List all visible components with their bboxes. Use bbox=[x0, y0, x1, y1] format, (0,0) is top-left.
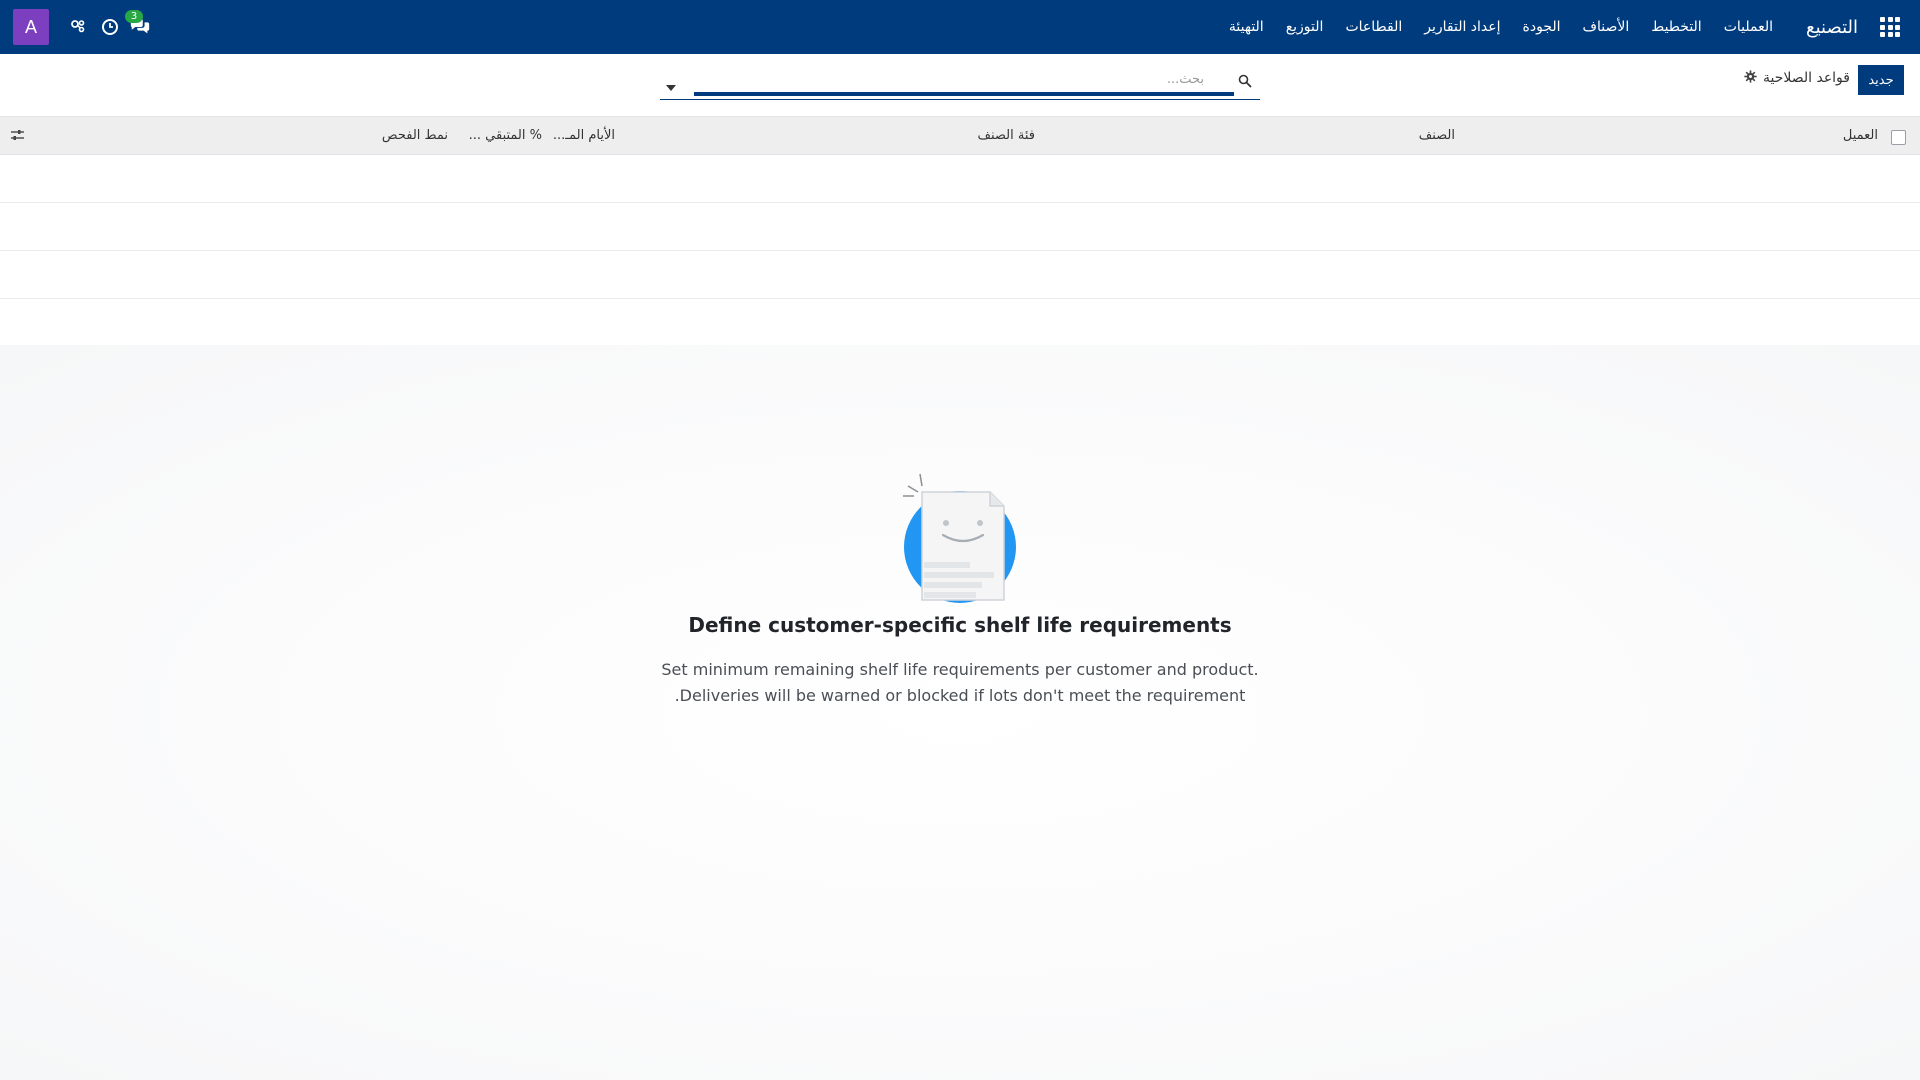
chat-count-badge: 3 bbox=[125, 10, 143, 23]
control-panel: جديد قواعد الصلاحية bbox=[0, 54, 1920, 117]
clock-icon[interactable] bbox=[99, 16, 121, 38]
column-remaining-percent[interactable]: % المتبقي ... bbox=[469, 117, 542, 155]
bug-icon[interactable] bbox=[67, 16, 89, 38]
list-row-empty bbox=[0, 203, 1920, 251]
list-row-empty bbox=[0, 299, 1920, 347]
column-product-category[interactable]: فئة الصنف bbox=[978, 117, 1035, 155]
menu-reporting[interactable]: إعداد التقارير bbox=[1413, 0, 1511, 54]
empty-state-line-2: .Deliveries will be warned or blocked if… bbox=[674, 686, 1246, 705]
menu-configuration[interactable]: التهيئة bbox=[1218, 0, 1275, 54]
user-avatar[interactable]: A bbox=[13, 9, 49, 45]
systray: A 3 bbox=[0, 0, 151, 54]
search-panel bbox=[660, 66, 1260, 100]
menu-products[interactable]: الأصناف bbox=[1572, 0, 1641, 54]
search-icon[interactable] bbox=[1238, 73, 1252, 92]
list-header: العميل الصنف فئة الصنف الأيام المـ... % … bbox=[0, 117, 1920, 155]
empty-state-title: Define customer-specific shelf life requ… bbox=[688, 613, 1232, 637]
caret-down-icon[interactable] bbox=[666, 76, 676, 95]
page-title: قواعد الصلاحية bbox=[1762, 69, 1850, 86]
column-product[interactable]: الصنف bbox=[1419, 117, 1455, 155]
menu-quality[interactable]: الجودة bbox=[1512, 0, 1572, 54]
apps-grid-icon[interactable] bbox=[1880, 17, 1900, 37]
top-menu: العمليات التخطيط الأصناف الجودة إعداد ال… bbox=[1218, 0, 1784, 54]
select-all-checkbox[interactable] bbox=[1891, 130, 1906, 145]
sliders-icon[interactable] bbox=[10, 128, 25, 146]
app-brand[interactable]: التصنيع bbox=[1806, 17, 1858, 38]
column-check-mode[interactable]: نمط الفحص bbox=[382, 117, 448, 155]
list-row-empty bbox=[0, 155, 1920, 203]
list-row-empty bbox=[0, 251, 1920, 299]
menu-planning[interactable]: التخطيط bbox=[1640, 0, 1712, 54]
menu-distribution[interactable]: التوزيع bbox=[1275, 0, 1335, 54]
column-days[interactable]: الأيام المـ... bbox=[553, 117, 615, 155]
breadcrumb: قواعد الصلاحية bbox=[1744, 68, 1850, 87]
column-customer[interactable]: العميل bbox=[1843, 117, 1878, 155]
chat-bubbles-icon[interactable]: 3 bbox=[125, 10, 151, 38]
gear-icon[interactable] bbox=[1744, 68, 1757, 87]
search-input[interactable] bbox=[694, 66, 1234, 96]
main-navbar: التصنيع العمليات التخطيط الأصناف الجودة … bbox=[0, 0, 1920, 54]
menu-sectors[interactable]: القطاعات bbox=[1334, 0, 1413, 54]
empty-state-line-1: Set minimum remaining shelf life require… bbox=[661, 660, 1259, 679]
empty-state-background bbox=[0, 345, 1920, 1080]
menu-operations[interactable]: العمليات bbox=[1713, 0, 1784, 54]
empty-document-illustration bbox=[903, 473, 1016, 603]
new-button[interactable]: جديد bbox=[1858, 65, 1904, 95]
